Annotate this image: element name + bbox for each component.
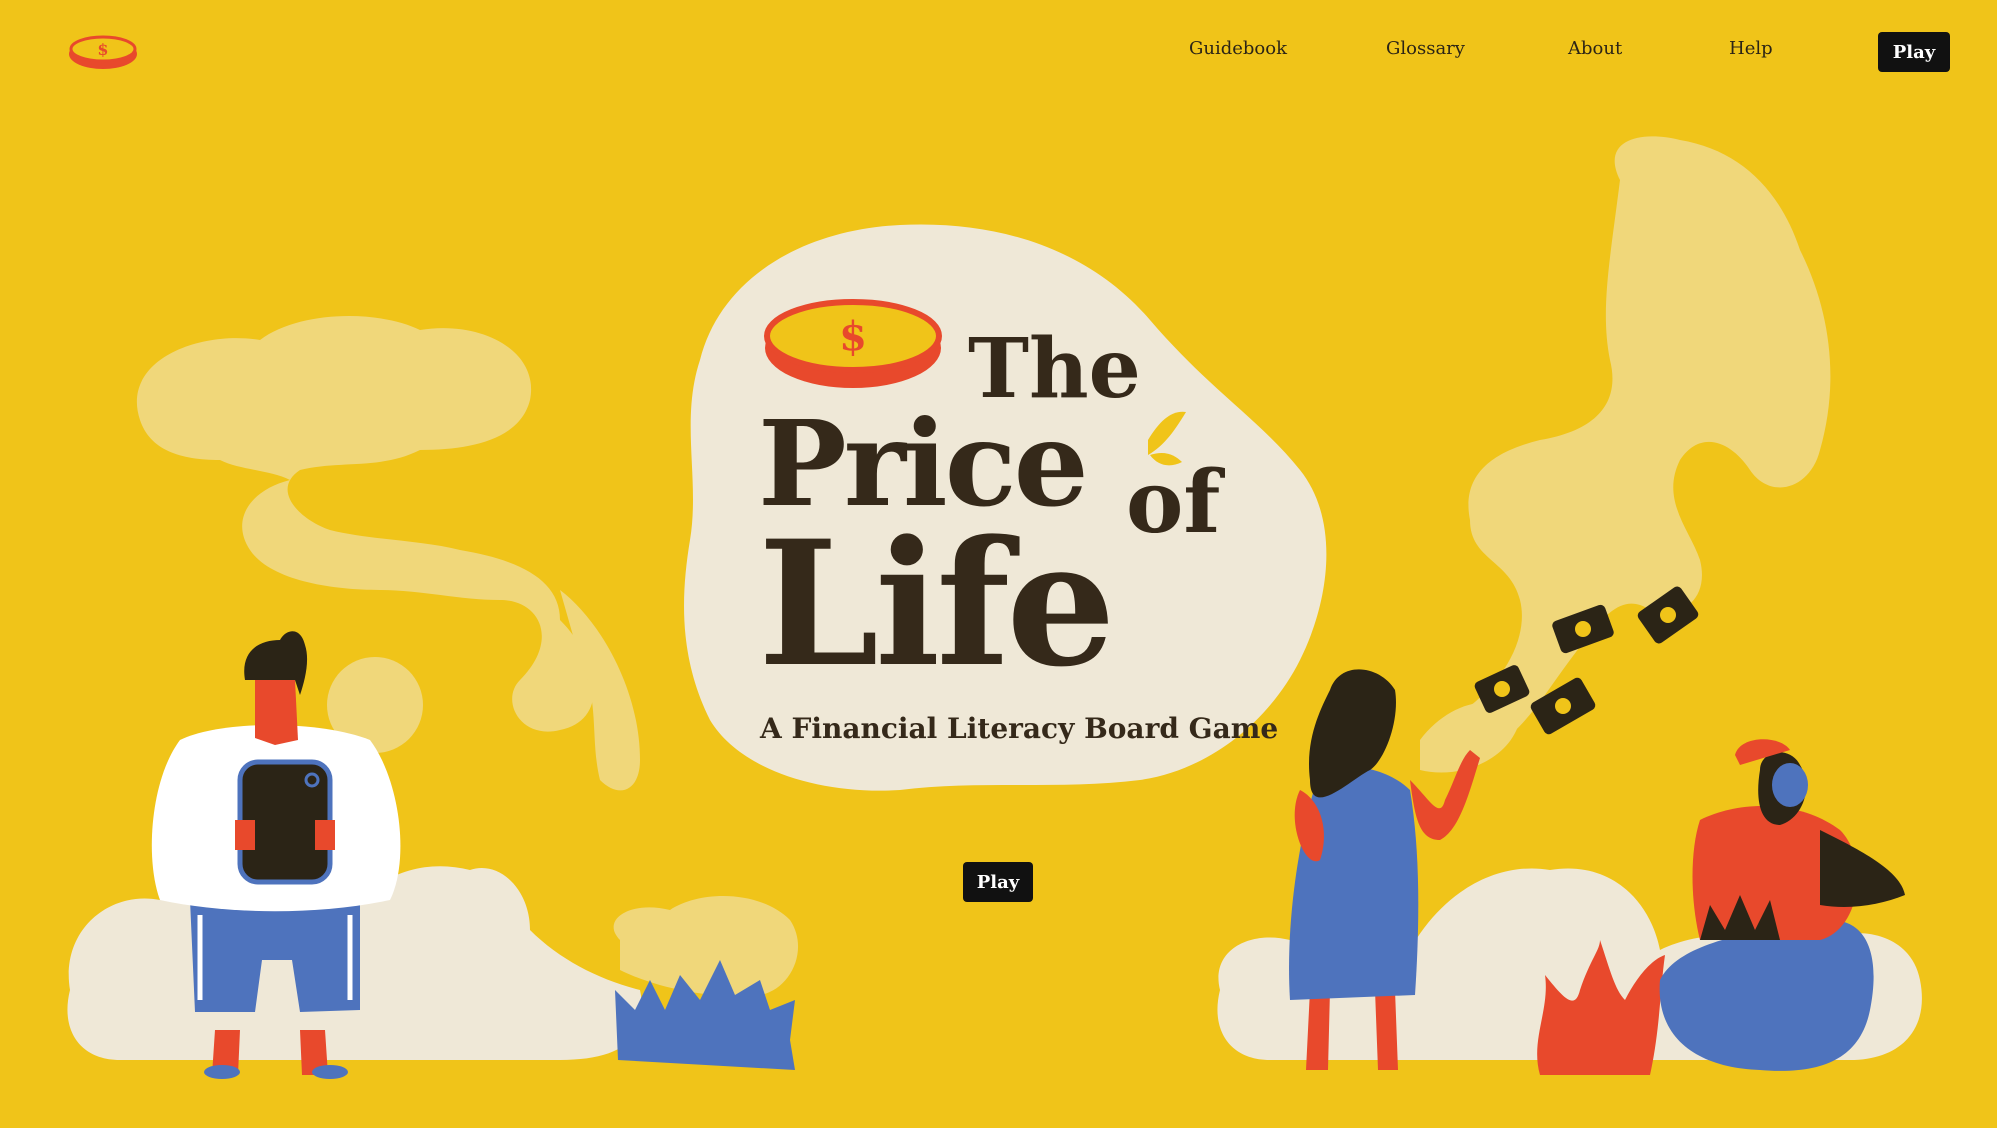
coin-logo-icon: $ (69, 35, 137, 69)
subtitle: A Financial Literacy Board Game (760, 712, 1279, 745)
nav-about-link[interactable]: About (1568, 38, 1622, 59)
nav-guidebook-link[interactable]: Guidebook (1189, 38, 1287, 59)
hero-play-button[interactable]: Play (963, 862, 1033, 902)
logo-link[interactable]: $ (66, 30, 140, 72)
nav-play-button[interactable]: Play (1878, 32, 1950, 72)
title-life: Life (758, 502, 1116, 705)
nav-glossary-link[interactable]: Glossary (1386, 38, 1465, 59)
title-coin-icon: $ (764, 299, 942, 388)
title-of: of (1126, 452, 1221, 553)
nav-help-link[interactable]: Help (1729, 38, 1773, 59)
svg-text:$: $ (839, 313, 867, 360)
svg-text:$: $ (97, 40, 108, 59)
